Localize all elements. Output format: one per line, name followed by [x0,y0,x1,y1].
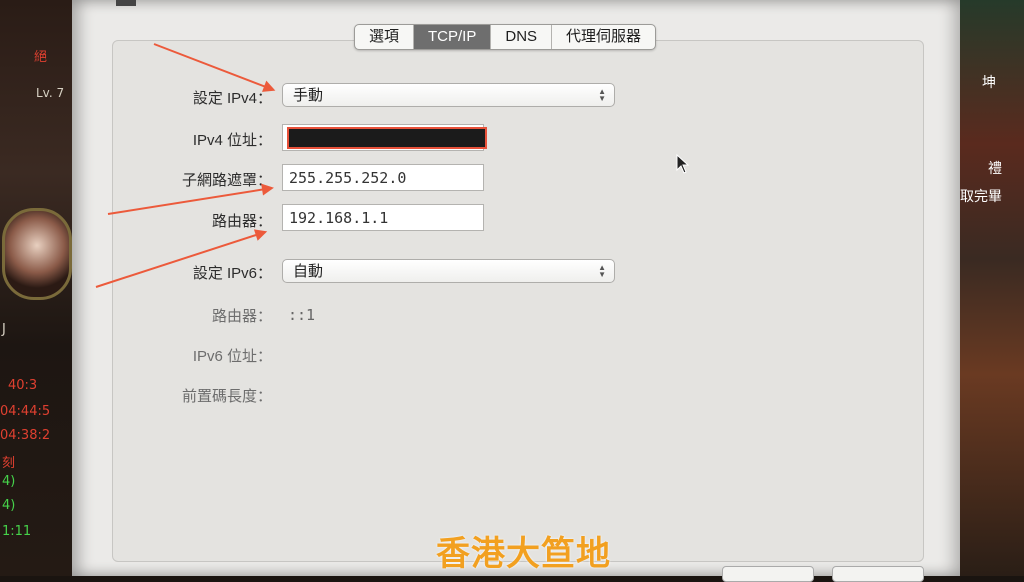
game-time: 40:3 [8,378,38,393]
mouse-pointer-icon [676,154,690,174]
select-arrows-icon: ▲ ▼ [598,263,606,279]
tab-proxy[interactable]: 代理伺服器 [552,25,655,49]
game-label: 坤 [982,74,996,90]
game-time: 04:44:5 [0,404,51,419]
ipv6-router-value: ::1 [288,306,316,324]
redacted-address-mark [287,127,487,149]
router-field[interactable]: 192.168.1.1 [282,204,484,231]
ipv4-address-label: IPv4 位址： [192,132,272,149]
subnet-mask-label: 子網路遮罩： [181,172,272,189]
select-arrows-icon: ▲ ▼ [598,87,606,103]
game-misc: 4) [2,498,16,513]
game-misc: 刻 [2,456,16,471]
game-label: 禮 [988,160,1002,176]
footer-button[interactable] [832,566,924,582]
background-game-left: 絕 Lv. 7 J 40:3 04:44:5 04:38:2 刻 4) 4) 1… [0,0,72,576]
watermark-text: 香港大笪地 [436,534,611,574]
configure-ipv6-label: 設定 IPv6： [192,265,272,282]
background-game-right: 坤 禮 取完畢 [958,0,1024,576]
game-label: 取完畢 [960,188,1002,204]
tab-dns[interactable]: DNS [491,25,553,49]
configure-ipv6-select[interactable]: 自動 ▲ ▼ [282,259,615,283]
tab-options[interactable]: 選項 [355,25,415,49]
window-icon [116,0,136,6]
game-time: 1:11 [2,524,32,539]
footer-button[interactable] [722,566,814,582]
configure-ipv4-label: 設定 IPv4： [192,90,272,107]
tab-bar: 選項 TCP/IP DNS 代理伺服器 [354,24,657,50]
game-time: 04:38:2 [0,428,51,443]
subnet-mask-field[interactable]: 255.255.252.0 [282,164,484,191]
ipv4-address-field[interactable] [282,124,487,151]
settings-panel [112,40,924,562]
ipv6-router-label: 路由器： [211,308,272,325]
network-settings-window: 選項 TCP/IP DNS 代理伺服器 設定 IPv4： 手動 ▲ ▼ IPv4 … [72,0,960,582]
tab-tcpip[interactable]: TCP/IP [414,25,492,49]
configure-ipv6-value: 自動 [293,263,324,280]
router-label: 路由器： [211,213,272,230]
prefix-length-label: 前置碼長度： [181,388,272,405]
ipv6-address-label: IPv6 位址： [192,348,272,365]
configure-ipv4-value: 手動 [293,87,324,104]
game-misc: 4) [2,474,16,489]
configure-ipv4-select[interactable]: 手動 ▲ ▼ [282,83,615,107]
game-avatar [2,208,72,300]
game-misc: J [2,322,6,337]
